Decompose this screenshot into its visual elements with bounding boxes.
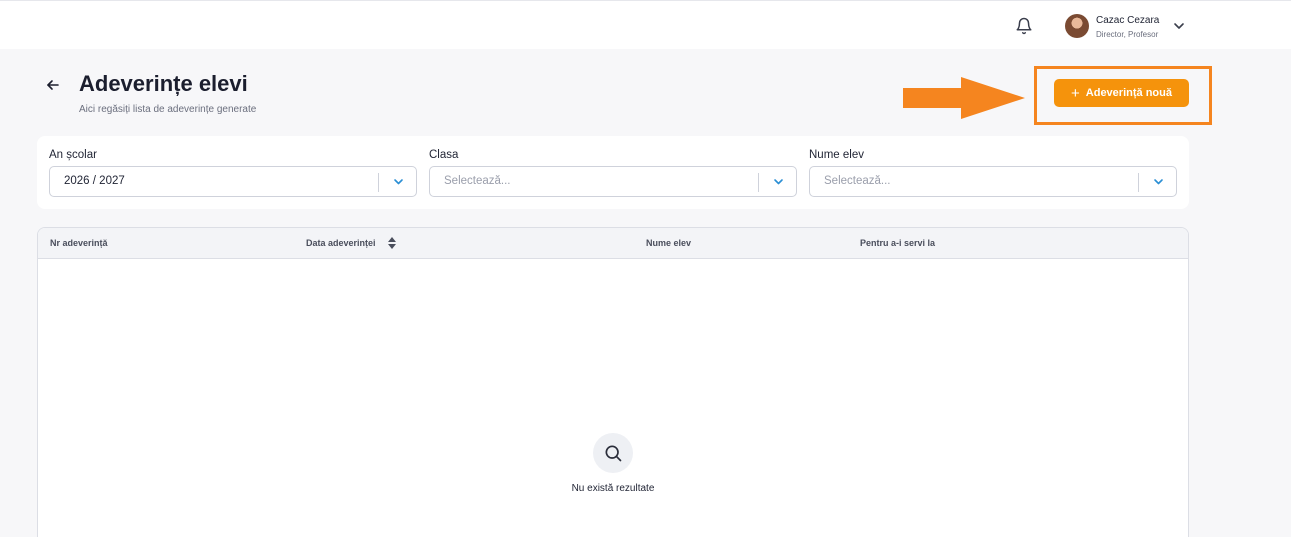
student-name-placeholder: Selectează... bbox=[824, 175, 891, 187]
chevron-down-icon[interactable] bbox=[1153, 178, 1164, 186]
school-year-value: 2026 / 2027 bbox=[64, 175, 125, 187]
search-icon bbox=[605, 445, 622, 462]
chevron-down-icon[interactable] bbox=[773, 178, 784, 186]
column-header-student-name: Nume elev bbox=[646, 238, 692, 248]
table-header: Nr adeverință Data adeverinței Nume elev… bbox=[38, 228, 1188, 259]
column-header-number: Nr adeverință bbox=[50, 238, 108, 248]
student-name-label: Nume elev bbox=[809, 149, 864, 161]
chevron-down-icon[interactable] bbox=[1173, 21, 1185, 31]
user-role: Director, Profesor bbox=[1096, 30, 1159, 39]
class-label: Clasa bbox=[429, 149, 459, 161]
page-subtitle: Aici regăsiți lista de adeverințe genera… bbox=[79, 104, 257, 115]
top-bar: Cazac Cezara Director, Profesor bbox=[0, 0, 1291, 49]
plus-icon: + bbox=[1071, 84, 1080, 102]
student-name-select[interactable]: Selectează... bbox=[809, 166, 1177, 197]
avatar[interactable] bbox=[1065, 14, 1089, 38]
user-name[interactable]: Cazac Cezara bbox=[1096, 15, 1159, 26]
sort-icon[interactable] bbox=[388, 237, 396, 249]
column-header-purpose: Pentru a-i servi la bbox=[860, 238, 936, 248]
school-year-select[interactable]: 2026 / 2027 bbox=[49, 166, 417, 197]
new-certificate-button[interactable]: + Adeverință nouă bbox=[1054, 79, 1189, 107]
new-certificate-label: Adeverință nouă bbox=[1085, 87, 1172, 99]
page-title: Adeverințe elevi bbox=[79, 71, 248, 96]
filters-panel: An școlar 2026 / 2027 Clasa Selectează..… bbox=[37, 136, 1189, 209]
empty-state-icon-wrapper bbox=[593, 433, 633, 473]
select-separator bbox=[378, 173, 379, 192]
annotation-arrow-icon bbox=[903, 77, 1025, 119]
select-separator bbox=[758, 173, 759, 192]
class-placeholder: Selectează... bbox=[444, 175, 511, 187]
certificates-table: Nr adeverință Data adeverinței Nume elev… bbox=[37, 227, 1189, 537]
column-header-date[interactable]: Data adeverinței bbox=[306, 238, 376, 248]
empty-state-message: Nu există rezultate bbox=[571, 483, 655, 494]
select-separator bbox=[1138, 173, 1139, 192]
arrow-left-icon[interactable] bbox=[45, 77, 61, 93]
class-select[interactable]: Selectează... bbox=[429, 166, 797, 197]
school-year-label: An școlar bbox=[49, 149, 97, 161]
chevron-down-icon[interactable] bbox=[393, 178, 404, 186]
bell-icon[interactable] bbox=[1015, 17, 1033, 35]
